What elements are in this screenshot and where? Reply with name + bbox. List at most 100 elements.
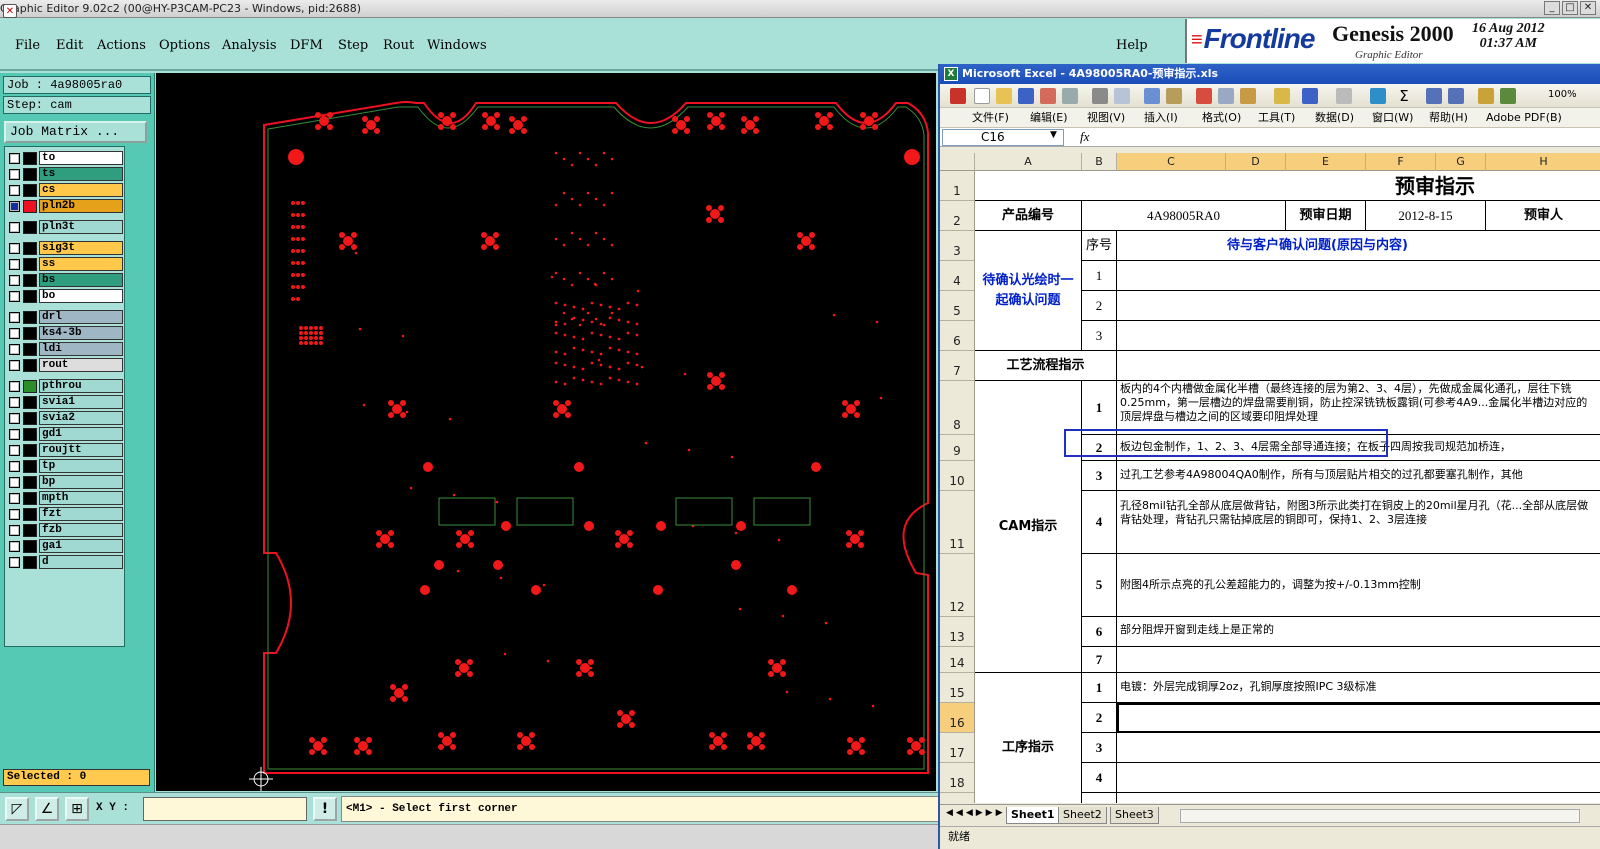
pending-header[interactable]: 待与客户确认问题(原因与内容): [1117, 231, 1600, 261]
layer-checkbox[interactable]: [9, 221, 20, 233]
process-flow-value[interactable]: [1117, 351, 1600, 381]
layer-row[interactable]: bp: [9, 475, 123, 489]
cut-icon[interactable]: [1196, 88, 1212, 104]
layer-checkbox[interactable]: [9, 327, 20, 339]
worksheet-grid[interactable]: A B C D E F G H 1 2 3 4 5 6 7 8 9 10 11 …: [940, 153, 1600, 803]
undo-icon[interactable]: [1302, 88, 1318, 104]
layer-color-swatch[interactable]: [23, 310, 37, 324]
layer-row[interactable]: sig3t: [9, 241, 123, 255]
layer-row[interactable]: gd1: [9, 427, 123, 441]
sort-asc-icon[interactable]: [1426, 88, 1442, 104]
layer-color-swatch[interactable]: [23, 459, 37, 473]
layer-name[interactable]: ts: [39, 167, 123, 181]
sheet-nav-arrows-icon[interactable]: ◀◀◀▶▶▶: [946, 808, 1006, 818]
layer-color-swatch[interactable]: [23, 491, 37, 505]
row-header[interactable]: 12: [940, 554, 975, 617]
row-header[interactable]: 16: [940, 703, 975, 733]
row-header[interactable]: 17: [940, 733, 975, 763]
seq-number[interactable]: 2: [1082, 703, 1117, 733]
close-button[interactable]: ✕: [1580, 1, 1596, 15]
layer-row[interactable]: drl: [9, 310, 123, 324]
menu-options[interactable]: Options: [159, 38, 210, 53]
layer-row[interactable]: bo: [9, 289, 123, 303]
horizontal-scrollbar[interactable]: [1180, 809, 1580, 823]
layer-color-swatch[interactable]: [23, 342, 37, 356]
layer-name[interactable]: ss: [39, 257, 123, 271]
layer-checkbox[interactable]: [9, 524, 20, 536]
layer-color-swatch[interactable]: [23, 539, 37, 553]
layer-name[interactable]: bp: [39, 475, 123, 489]
menu-actions[interactable]: Actions: [97, 38, 146, 53]
paste-icon[interactable]: [1240, 88, 1256, 104]
row-header[interactable]: 15: [940, 673, 975, 703]
cam-item[interactable]: 过孔工艺参考4A98004QA0制作，所有与顶层贴片相交的过孔都要塞孔制作，其他: [1117, 461, 1600, 491]
seq-number[interactable]: 4: [1082, 763, 1117, 793]
review-date-label[interactable]: 预审日期: [1286, 201, 1366, 231]
name-box[interactable]: C16: [942, 129, 1064, 146]
xy-input[interactable]: [143, 797, 307, 821]
zoom-box[interactable]: 100%: [1548, 89, 1577, 100]
seq-number[interactable]: 5: [1082, 793, 1117, 803]
layer-color-swatch[interactable]: [23, 257, 37, 271]
excel-menu-format[interactable]: 格式(O): [1202, 108, 1241, 128]
seq-number[interactable]: 3: [1082, 733, 1117, 763]
layer-name[interactable]: cs: [39, 183, 123, 197]
process-item[interactable]: 电镀：外层完成铜厚2oz，孔铜厚度按照IPC 3级标准: [1117, 673, 1600, 703]
layer-row[interactable]: pln2b: [9, 199, 123, 213]
row-header[interactable]: 6: [940, 321, 975, 351]
layer-row[interactable]: ks4-3b: [9, 326, 123, 340]
sum-icon[interactable]: Σ: [1396, 88, 1412, 104]
menu-analysis[interactable]: Analysis: [222, 38, 277, 53]
pending-item[interactable]: [1117, 291, 1600, 321]
chart-wizard-icon[interactable]: [1478, 88, 1494, 104]
excel-menu-help[interactable]: 帮助(H): [1429, 108, 1468, 128]
layer-checkbox[interactable]: [9, 242, 20, 254]
open-icon[interactable]: [996, 88, 1012, 104]
layer-name[interactable]: svia1: [39, 395, 123, 409]
layer-row[interactable]: fzb: [9, 523, 123, 537]
row-header[interactable]: 19: [940, 793, 975, 803]
layer-color-swatch[interactable]: [23, 427, 37, 441]
layer-checkbox[interactable]: [9, 444, 20, 456]
layer-name[interactable]: mpth: [39, 491, 123, 505]
column-header[interactable]: C: [1117, 153, 1226, 171]
excel-menu-file[interactable]: 文件(F): [972, 108, 1009, 128]
save-icon[interactable]: [1018, 88, 1034, 104]
layer-color-swatch[interactable]: [23, 151, 37, 165]
column-header[interactable]: D: [1226, 153, 1286, 171]
preview-icon[interactable]: [1114, 88, 1130, 104]
row-header[interactable]: 11: [940, 491, 975, 554]
row-header[interactable]: 7: [940, 351, 975, 381]
seq-number[interactable]: 1: [1082, 673, 1117, 703]
layer-name[interactable]: gd1: [39, 427, 123, 441]
layer-checkbox[interactable]: [9, 168, 20, 180]
reviewer-label[interactable]: 预审人: [1486, 201, 1600, 231]
grid-tool-button[interactable]: ⊞: [65, 797, 89, 821]
menu-edit[interactable]: Edit: [56, 38, 83, 53]
select-all-corner[interactable]: [940, 153, 975, 171]
layer-checkbox[interactable]: [9, 200, 20, 212]
sort-desc-icon[interactable]: [1448, 88, 1464, 104]
excel-menu-window[interactable]: 窗口(W): [1372, 108, 1413, 128]
layer-checkbox[interactable]: [9, 359, 20, 371]
layer-name[interactable]: pln3t: [39, 220, 123, 234]
layer-color-swatch[interactable]: [23, 555, 37, 569]
row-header[interactable]: 3: [940, 231, 975, 261]
row-header[interactable]: 5: [940, 291, 975, 321]
select-tool-button[interactable]: ◸: [5, 797, 29, 821]
row-header[interactable]: 13: [940, 617, 975, 647]
seq-number[interactable]: 1: [1082, 381, 1117, 435]
layer-checkbox[interactable]: [9, 508, 20, 520]
layer-checkbox[interactable]: [9, 492, 20, 504]
alert-button[interactable]: !: [313, 797, 337, 821]
layer-checkbox[interactable]: [9, 380, 20, 392]
seq-number[interactable]: 1: [1082, 261, 1117, 291]
layer-checkbox[interactable]: [9, 290, 20, 302]
row-header[interactable]: 2: [940, 201, 975, 231]
layer-checkbox[interactable]: [9, 311, 20, 323]
layer-row[interactable]: cs: [9, 183, 123, 197]
layer-color-swatch[interactable]: [23, 289, 37, 303]
layer-name[interactable]: rout: [39, 358, 123, 372]
layer-name[interactable]: fzb: [39, 523, 123, 537]
layer-color-swatch[interactable]: [23, 411, 37, 425]
